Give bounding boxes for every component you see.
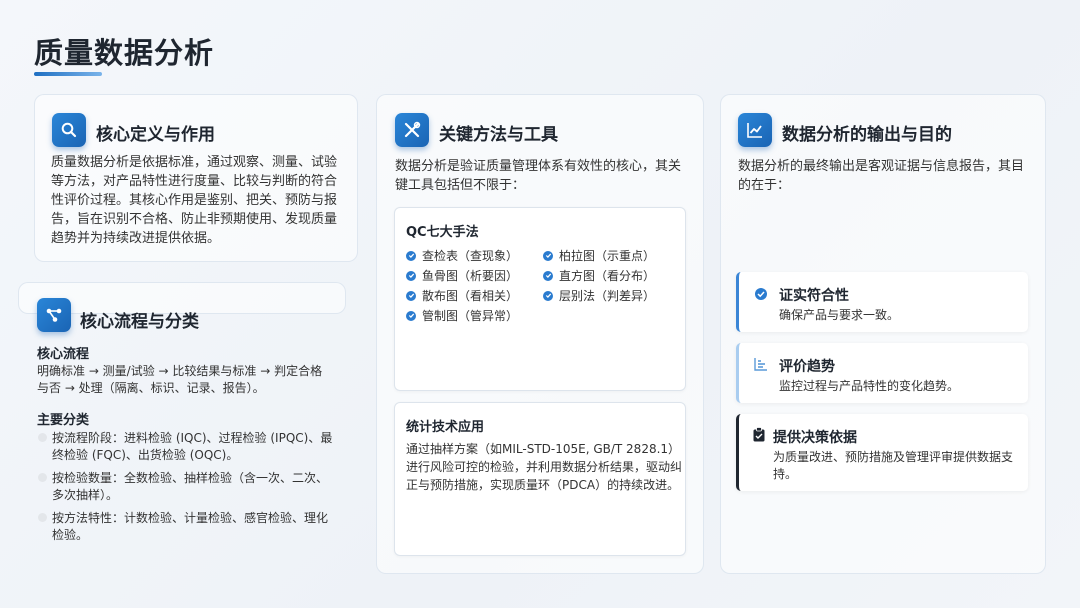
qc-tool-item: 柏拉图（示重点）: [543, 247, 655, 264]
output-heading: 数据分析的输出与目的: [782, 125, 952, 145]
class-item: 按方法特性：计数检验、计量检验、感官检验、理化检验。: [52, 511, 329, 542]
qc-tool-item: 层别法（判差异）: [543, 287, 655, 304]
definition-text: 质量数据分析是依据标准，通过观察、测量、试验等方法，对产品特性进行度量、比较与判…: [51, 155, 338, 246]
qc-title: QC七大手法: [406, 225, 479, 240]
class-title: 主要分类: [37, 413, 90, 428]
stats-title: 统计技术应用: [406, 420, 485, 435]
bullet-dot: [38, 473, 47, 482]
wrench-screwdriver-icon: [395, 113, 429, 147]
share-nodes-icon: [37, 298, 71, 332]
flow-title: 核心流程: [37, 347, 90, 362]
qc-tool-item: 散布图（看相关）: [406, 287, 518, 304]
search-icon: [52, 113, 86, 147]
output-item-desc: 为质量改进、预防措施及管理评审提供数据支持。: [773, 450, 1014, 481]
check-icon: [406, 310, 416, 321]
output-item: 证实符合性 确保产品与要求一致。: [736, 272, 1028, 332]
qc-tool-item: 查检表（查现象）: [406, 247, 518, 264]
definition-heading: 核心定义与作用: [96, 125, 215, 145]
check-icon: [406, 290, 416, 301]
qc-tool-item: 管制图（管异常）: [406, 307, 518, 324]
check-icon: [406, 250, 416, 261]
title-underline: [34, 72, 102, 76]
output-item-desc: 确保产品与要求一致。: [779, 308, 900, 322]
flow-text: 明确标准 → 测量/试验 → 比较结果与标准 → 判定合格与否 → 处理（隔离、…: [37, 364, 323, 395]
class-item: 按检验数量：全数检验、抽样检验（含一次、二次、多次抽样）。: [52, 471, 329, 502]
clipboard-check-icon: [752, 427, 766, 446]
check-icon: [543, 250, 553, 261]
class-item: 按流程阶段：进料检验 (IQC)、过程检验 (IPQC)、最终检验 (FQC)、…: [52, 431, 333, 462]
check-icon: [543, 270, 553, 281]
process-heading: 核心流程与分类: [80, 312, 199, 332]
check-badge-icon: [754, 286, 768, 305]
check-icon: [543, 290, 553, 301]
output-item: 提供决策依据 为质量改进、预防措施及管理评审提供数据支持。: [736, 414, 1028, 491]
line-chart-icon: [738, 113, 772, 147]
output-item-title: 评价趋势: [779, 359, 835, 375]
qc-tool-item: 直方图（看分布）: [543, 267, 655, 284]
output-item-title: 提供决策依据: [773, 430, 857, 446]
output-item-desc: 监控过程与产品特性的变化趋势。: [779, 379, 960, 393]
qc-tool-item: 鱼骨图（析要因）: [406, 267, 518, 284]
check-icon: [406, 270, 416, 281]
output-intro: 数据分析的最终输出是客观证据与信息报告，其目的在于：: [738, 159, 1025, 193]
stats-text: 通过抽样方案（如MIL-STD-105E, GB/T 2828.1）进行风险可控…: [406, 442, 683, 492]
bullet-dot: [38, 433, 47, 442]
methods-intro: 数据分析是验证质量管理体系有效性的核心，其关键工具包括但不限于：: [395, 159, 682, 193]
output-item-title: 证实符合性: [779, 288, 849, 304]
output-item: 评价趋势 监控过程与产品特性的变化趋势。: [736, 343, 1028, 403]
bar-chart-icon: [754, 356, 768, 375]
page-title: 质量数据分析: [34, 36, 215, 70]
methods-heading: 关键方法与工具: [439, 125, 558, 145]
bullet-dot: [38, 513, 47, 522]
